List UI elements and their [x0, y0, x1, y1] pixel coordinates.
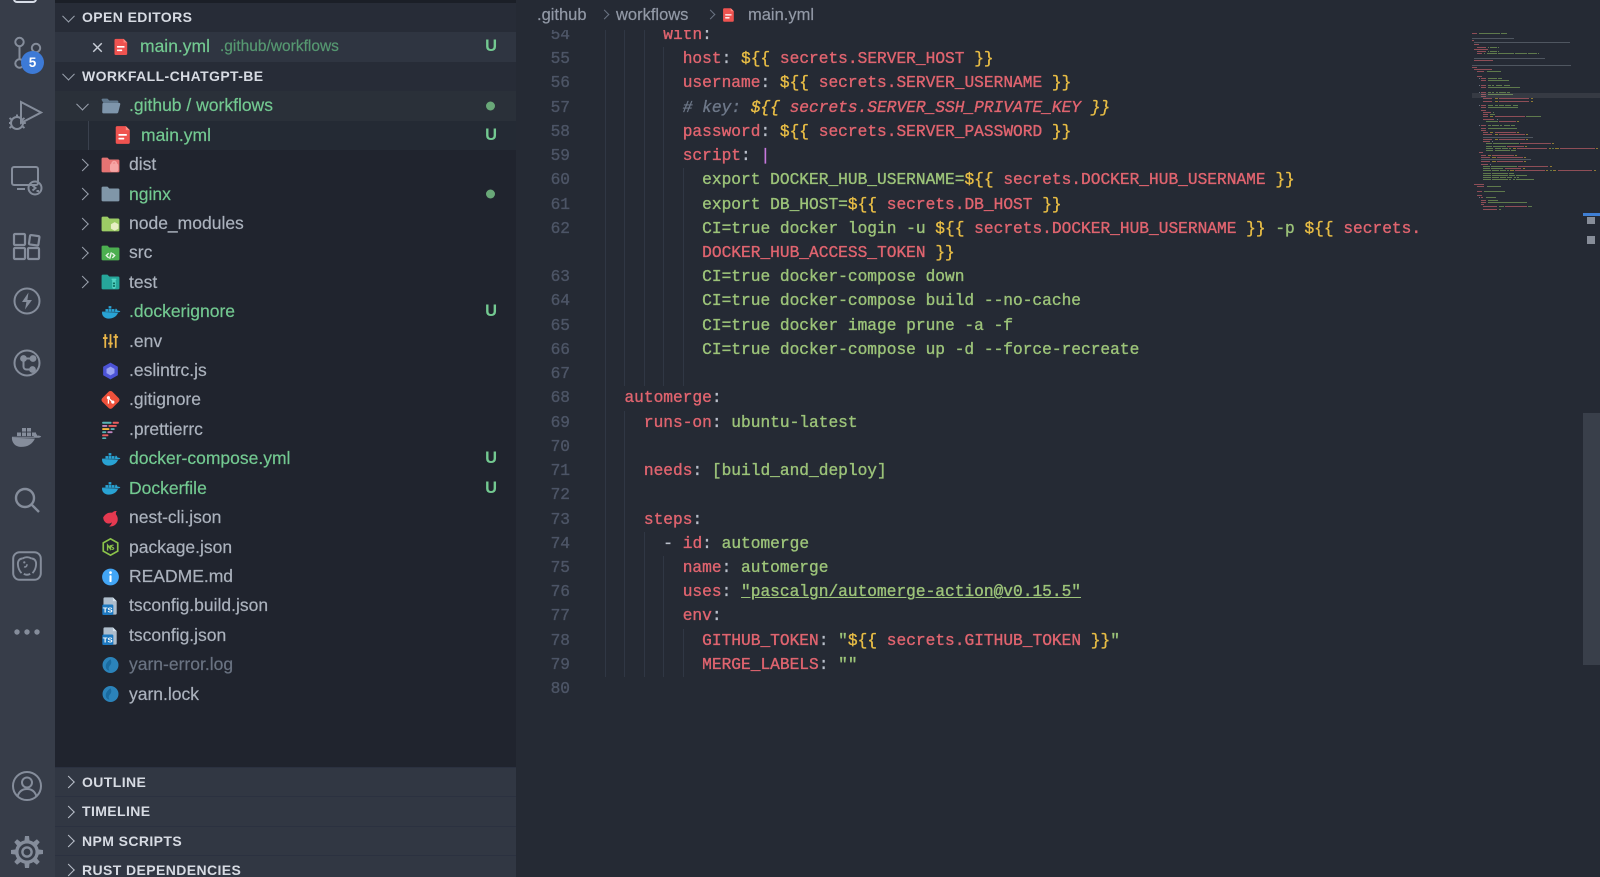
svg-text:TS: TS: [103, 635, 113, 644]
svg-text:TS: TS: [103, 606, 113, 615]
